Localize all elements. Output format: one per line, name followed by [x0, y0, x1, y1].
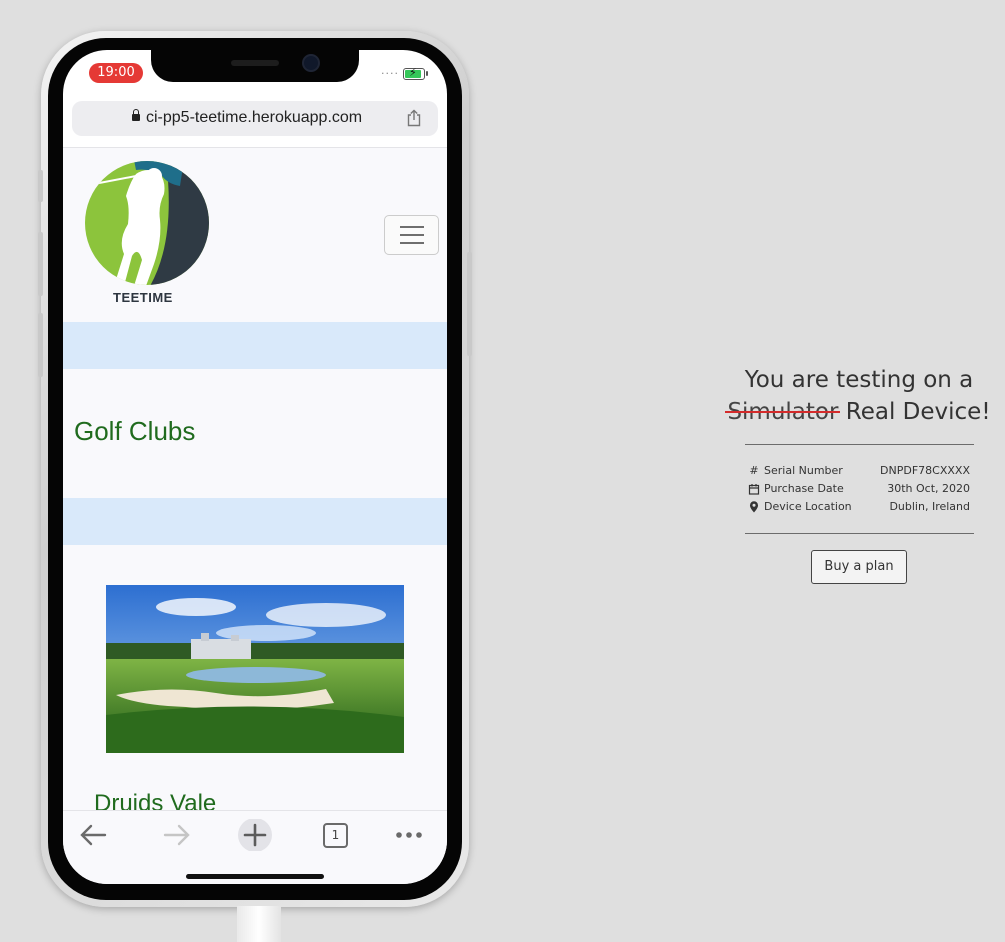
- back-arrow-icon[interactable]: [75, 819, 115, 851]
- teetime-logo[interactable]: [84, 160, 210, 286]
- phone-mute-switch: [38, 170, 43, 202]
- home-indicator: [186, 874, 324, 879]
- address-bar[interactable]: ci-pp5-teetime.herokuapp.com: [72, 101, 438, 136]
- notch: [151, 50, 359, 82]
- club-name[interactable]: Druids Vale: [94, 790, 216, 811]
- web-content: TEETIME Golf Clubs Druids Vale: [63, 147, 447, 811]
- divider-top: [745, 444, 974, 445]
- signal-icon: ....: [381, 64, 399, 77]
- front-camera-icon: [302, 54, 320, 72]
- more-dots-icon[interactable]: [389, 819, 429, 851]
- tabs-button[interactable]: 1: [315, 819, 355, 851]
- speaker-grille: [231, 60, 279, 66]
- logo-text: TEETIME: [113, 290, 173, 305]
- page-title: Golf Clubs: [74, 416, 196, 446]
- browser-toolbar: 1: [63, 810, 447, 884]
- phone-volume-down-button: [38, 313, 43, 377]
- divider-bottom: [745, 533, 974, 534]
- status-time: 19:00: [89, 63, 143, 83]
- calendar-icon: [748, 484, 760, 495]
- hash-icon: #: [749, 464, 759, 477]
- title-line-2: Real Device!: [838, 399, 991, 425]
- buy-plan-button[interactable]: Buy a plan: [811, 550, 907, 584]
- phone-screen: 19:00 .... ⚡ ci-pp5-teetime.herokuapp.co…: [63, 50, 447, 884]
- banner-band: [63, 498, 447, 545]
- title-line-1: You are testing on a: [744, 367, 974, 393]
- purchase-date-row: Purchase Date 30th Oct, 2020: [748, 481, 970, 499]
- forward-arrow-icon[interactable]: [155, 819, 195, 851]
- url-text: ci-pp5-teetime.herokuapp.com: [146, 109, 363, 126]
- golf-course-image[interactable]: [106, 585, 404, 753]
- phone-volume-up-button: [38, 232, 43, 296]
- charging-cable: [237, 906, 281, 942]
- tab-count: 1: [323, 823, 348, 848]
- banner-band: [63, 322, 447, 369]
- hamburger-icon: [400, 226, 424, 228]
- device-location-row: Device Location Dublin, Ireland: [748, 499, 970, 517]
- location-pin-icon: [749, 501, 759, 513]
- share-icon[interactable]: [406, 109, 422, 127]
- phone-power-button: [467, 252, 472, 356]
- serial-number-row: # Serial Number DNPDF78CXXXX: [749, 464, 970, 477]
- navbar-toggle-button[interactable]: [384, 215, 439, 255]
- new-tab-plus-icon[interactable]: [235, 819, 275, 851]
- device-info-title: You are testing on a Simulator Real Devi…: [720, 364, 998, 428]
- lock-icon: [132, 109, 140, 121]
- battery-charging-icon: ⚡: [403, 66, 428, 80]
- struck-word: Simulator: [725, 396, 841, 428]
